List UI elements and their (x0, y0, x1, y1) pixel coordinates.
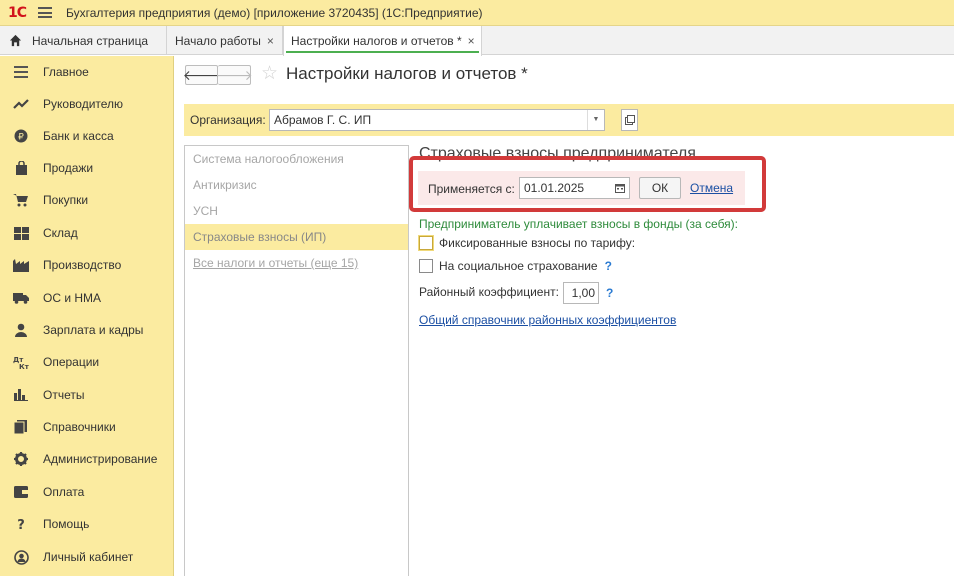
list-item-usn[interactable]: УСН (185, 198, 408, 224)
sidebar-item-label: Зарплата и кадры (43, 323, 144, 337)
factory-icon (13, 257, 29, 273)
sidebar: Главное Руководителю ₽ Банк и касса Прод… (0, 56, 174, 576)
organization-field[interactable]: Абрамов Г. С. ИП ▼ (269, 109, 605, 131)
tab-tax-settings[interactable]: Настройки налогов и отчетов * × (283, 26, 482, 56)
highlight-frame (409, 156, 766, 212)
payer-heading: Предприниматель уплачивает взносы в фонд… (419, 217, 739, 231)
sidebar-item-label: Личный кабинет (43, 550, 134, 564)
operations-icon: Дт Кт (13, 354, 29, 370)
forward-button[interactable]: 🡒 (215, 65, 253, 85)
organization-label: Организация: (190, 113, 266, 127)
sidebar-item-label: Банк и касса (43, 129, 114, 143)
app-logo[interactable]: 1С (8, 5, 27, 21)
tab-bar: Начальная страница Начало работы × Настр… (0, 26, 954, 56)
list-item-tax-system[interactable]: Система налогообложения (185, 146, 408, 172)
hamburger-menu-icon[interactable] (38, 7, 53, 18)
sidebar-item-label: Склад (43, 226, 78, 240)
list-item-anticrisis[interactable]: Антикризис (185, 172, 408, 198)
truck-icon (13, 290, 29, 306)
sections-list: Система налогообложения Антикризис УСН С… (184, 145, 409, 576)
sidebar-item-label: ОС и НМА (43, 291, 102, 305)
sidebar-item-warehouse[interactable]: Склад (0, 217, 174, 249)
tab-start-work[interactable]: Начало работы × (167, 26, 283, 55)
sidebar-item-bank[interactable]: ₽ Банк и касса (0, 120, 174, 152)
organization-bar: Организация: Абрамов Г. С. ИП ▼ (184, 104, 954, 136)
sidebar-item-label: Помощь (43, 517, 90, 531)
page-title: Настройки налогов и отчетов * (286, 64, 528, 83)
coefficients-reference-link[interactable]: Общий справочник районных коэффициентов (419, 313, 676, 327)
sidebar-item-sales[interactable]: Продажи (0, 152, 174, 184)
question-icon: ? (13, 516, 29, 532)
sidebar-item-manager[interactable]: Руководителю (0, 88, 174, 120)
sidebar-item-production[interactable]: Производство (0, 249, 174, 281)
sidebar-item-account[interactable]: Личный кабинет (0, 541, 174, 573)
sidebar-item-operations[interactable]: Дт Кт Операции (0, 346, 174, 378)
bar-chart-icon (13, 387, 29, 403)
sidebar-item-main[interactable]: Главное (0, 56, 174, 88)
title-bar: 1С Бухгалтерия предприятия (демо) [прило… (0, 0, 954, 26)
coin-icon: ₽ (13, 128, 29, 144)
tab-tax-settings-label: Настройки налогов и отчетов * (291, 34, 462, 48)
sidebar-item-purchases[interactable]: Покупки (0, 184, 174, 216)
link-all-taxes[interactable]: Все налоги и отчеты (еще 15) (185, 250, 408, 276)
trend-icon (13, 96, 29, 112)
sidebar-item-label: Оплата (43, 485, 85, 499)
regional-coefficient-field[interactable]: 1,00 (563, 282, 599, 304)
sidebar-item-label: Продажи (43, 161, 94, 175)
gear-icon (13, 451, 29, 467)
account-icon (13, 549, 29, 565)
favorite-star-icon[interactable]: ☆ (261, 62, 278, 85)
list-item-insurance[interactable]: Страховые взносы (ИП) (185, 224, 408, 250)
sidebar-item-admin[interactable]: Администрирование (0, 443, 174, 475)
close-icon[interactable]: × (267, 34, 274, 48)
social-insurance-row: На социальное страхование ? (419, 258, 612, 274)
social-insurance-checkbox[interactable] (419, 259, 433, 273)
sidebar-item-reports[interactable]: Отчеты (0, 379, 174, 411)
sidebar-item-help[interactable]: ? Помощь (0, 508, 174, 540)
sidebar-item-label: Покупки (43, 193, 89, 207)
chevron-down-icon[interactable]: ▼ (587, 110, 604, 130)
person-icon (13, 322, 29, 338)
sidebar-item-label: Операции (43, 355, 100, 369)
cart-icon (13, 192, 29, 208)
tab-home-label: Начальная страница (32, 33, 149, 48)
sidebar-item-label: Производство (43, 258, 122, 272)
menu-lines-icon (13, 64, 29, 80)
app-title: Бухгалтерия предприятия (демо) [приложен… (66, 5, 483, 20)
close-icon[interactable]: × (468, 34, 475, 48)
svg-text:Кт: Кт (19, 363, 29, 369)
wallet-icon (13, 484, 29, 500)
organization-value: Абрамов Г. С. ИП (274, 113, 372, 127)
back-button[interactable]: 🡐 (183, 65, 220, 85)
bag-icon (13, 160, 29, 176)
tab-home[interactable]: Начальная страница (0, 26, 167, 55)
nav-buttons: 🡐 🡒 (183, 65, 253, 85)
sidebar-item-label: Отчеты (43, 388, 85, 402)
sidebar-item-label: Администрирование (43, 452, 158, 466)
regional-coefficient-label: Районный коэффициент: (419, 285, 559, 299)
fixed-contributions-checkbox[interactable] (419, 236, 433, 250)
help-icon[interactable]: ? (606, 286, 613, 300)
books-icon (13, 419, 29, 435)
fixed-contributions-row: Фиксированные взносы по тарифу: (419, 235, 635, 251)
tab-start-work-label: Начало работы (175, 33, 261, 48)
sidebar-item-label: Справочники (43, 420, 116, 434)
sidebar-item-salary[interactable]: Зарплата и кадры (0, 314, 174, 346)
help-icon[interactable]: ? (605, 259, 612, 273)
social-insurance-label: На социальное страхование (439, 259, 598, 273)
sidebar-item-references[interactable]: Справочники (0, 411, 174, 443)
open-icon[interactable] (621, 109, 638, 131)
fixed-contributions-label: Фиксированные взносы по тарифу: (439, 236, 636, 250)
sidebar-item-label: Руководителю (43, 97, 124, 111)
svg-text:₽: ₽ (18, 133, 24, 143)
home-icon (9, 34, 22, 47)
sidebar-item-label: Главное (43, 65, 89, 79)
sidebar-item-assets[interactable]: ОС и НМА (0, 282, 174, 314)
sidebar-item-payment[interactable]: Оплата (0, 476, 174, 508)
svg-text:?: ? (17, 518, 25, 531)
warehouse-icon (13, 225, 29, 241)
